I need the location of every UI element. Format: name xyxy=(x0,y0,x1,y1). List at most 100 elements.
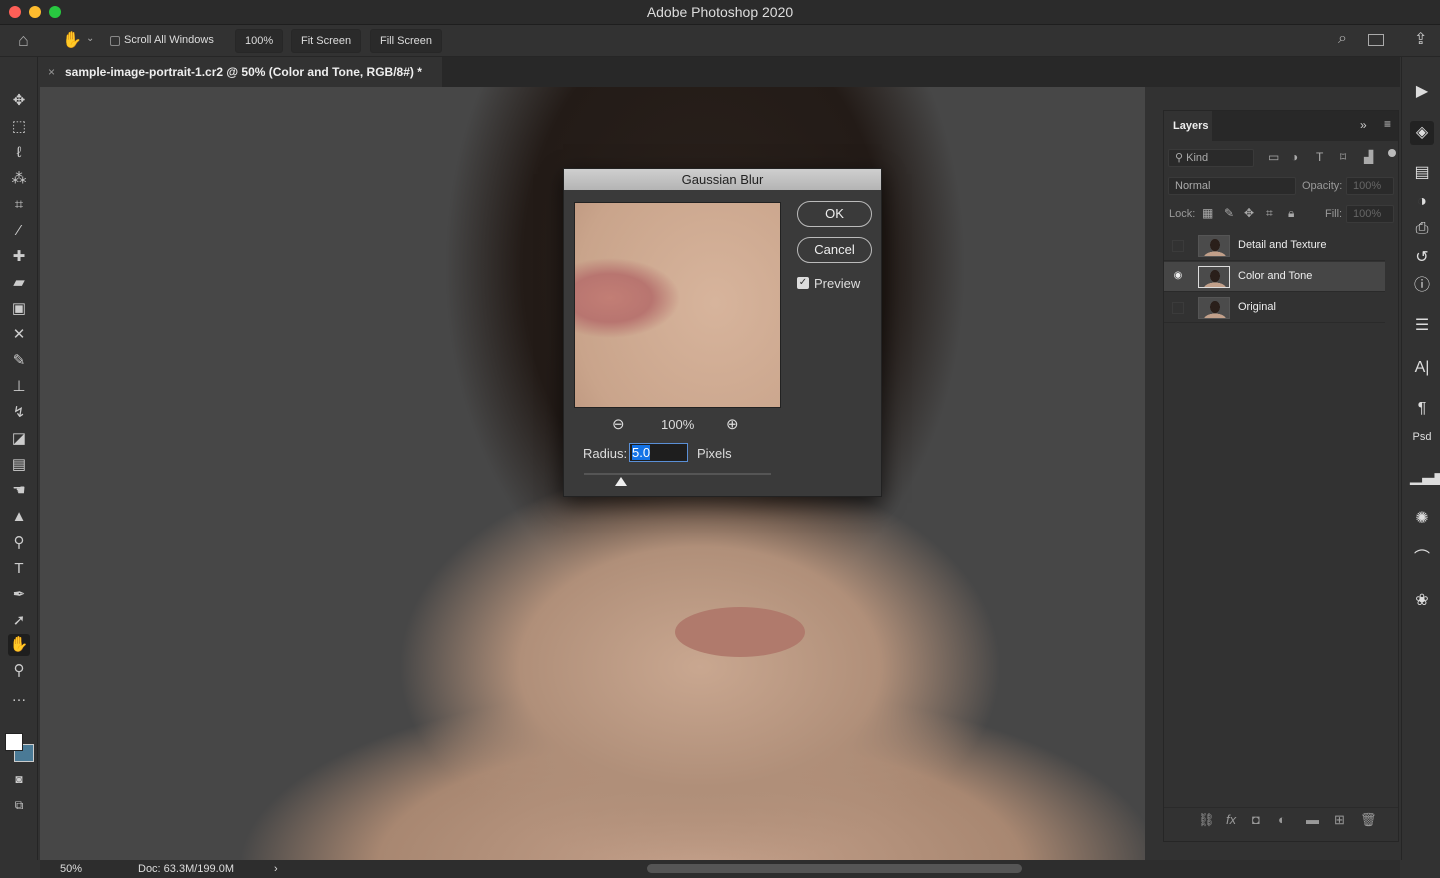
healing-brush-tool-icon[interactable]: ✚ xyxy=(8,246,30,268)
history-brush-tool-icon[interactable]: ↯ xyxy=(8,402,30,424)
layers-panel-icon[interactable]: ◈ xyxy=(1410,121,1434,145)
fill-field[interactable]: 100% xyxy=(1346,205,1394,223)
opacity-field[interactable]: 100% xyxy=(1346,177,1394,195)
lock-transparent-icon[interactable]: ▦ xyxy=(1202,206,1213,220)
marquee-tool-icon[interactable]: ⬚ xyxy=(8,116,30,138)
lock-artboard-icon[interactable]: ⌗ xyxy=(1266,206,1273,221)
move-tool-icon[interactable]: ✥ xyxy=(8,90,30,112)
zoom-level[interactable]: 50% xyxy=(60,860,82,878)
filter-toggle[interactable] xyxy=(1388,149,1396,157)
document-tab[interactable]: × sample-image-portrait-1.cr2 @ 50% (Col… xyxy=(40,57,442,87)
lock-all-icon[interactable]: 🔒︎ xyxy=(1288,206,1294,221)
zoom-100-button[interactable]: 100% xyxy=(235,29,284,53)
delete-layer-icon[interactable]: 🗑︎ xyxy=(1360,812,1377,828)
minimize-window-button[interactable] xyxy=(29,6,41,18)
smart-object-filter-icon[interactable]: ▟ xyxy=(1364,150,1373,164)
radius-slider-track[interactable] xyxy=(584,473,771,475)
adjustment-filter-icon[interactable]: ◑ xyxy=(1291,150,1298,164)
workspace-icon[interactable] xyxy=(1368,34,1384,46)
play-actions-icon[interactable]: ▶ xyxy=(1410,80,1434,104)
more-tools-icon[interactable]: … xyxy=(8,686,30,708)
link-layers-icon[interactable]: ⛓ xyxy=(1198,812,1215,828)
info-icon[interactable]: ⓘ xyxy=(1410,274,1434,298)
close-tab-icon[interactable]: × xyxy=(48,57,55,87)
new-adjustment-icon[interactable]: ◐ xyxy=(1278,812,1286,827)
lock-paint-icon[interactable]: ✎ xyxy=(1224,206,1234,220)
type-filter-icon[interactable]: T xyxy=(1316,150,1323,164)
properties-icon[interactable]: ☰ xyxy=(1410,314,1434,338)
fill-screen-button[interactable]: Fill Screen xyxy=(370,29,442,53)
pixel-filter-icon[interactable]: ▭ xyxy=(1268,150,1279,164)
home-icon[interactable]: ⌂ xyxy=(18,30,29,51)
color-icon[interactable]: ❀ xyxy=(1410,589,1434,613)
blend-mode-select[interactable]: Normal xyxy=(1168,177,1296,195)
channels-icon[interactable]: ⎙ xyxy=(1410,217,1434,241)
foreground-color-swatch[interactable] xyxy=(5,733,23,751)
layer-row[interactable]: Detail and Texture xyxy=(1164,231,1385,261)
content-aware-move-icon[interactable]: ✕ xyxy=(8,324,30,346)
eraser-tool-icon[interactable]: ◪ xyxy=(8,428,30,450)
gradient-tool-icon[interactable]: ▤ xyxy=(8,454,30,476)
scroll-all-windows-checkbox[interactable] xyxy=(110,36,120,46)
fit-screen-button[interactable]: Fit Screen xyxy=(291,29,362,53)
layer-filter-kind-select[interactable]: ⚲ Kind xyxy=(1168,149,1254,167)
share-icon[interactable]: ⇪ xyxy=(1414,29,1427,49)
quick-mask-icon[interactable]: ◙ xyxy=(8,768,30,790)
frame-tool-icon[interactable]: ▣ xyxy=(8,298,30,320)
radius-input[interactable]: 5.0 xyxy=(629,443,688,462)
fx-icon[interactable]: fx xyxy=(1226,812,1236,827)
horizontal-scrollbar[interactable] xyxy=(647,864,1022,873)
collapse-panel-icon[interactable]: » xyxy=(1360,118,1367,132)
psd-icon[interactable]: Psd xyxy=(1410,425,1434,449)
navigator-icon[interactable]: ✺ xyxy=(1410,507,1434,531)
cancel-button[interactable]: Cancel xyxy=(797,237,872,263)
visibility-toggle[interactable] xyxy=(1172,302,1184,314)
zoom-out-icon[interactable]: ⊖ xyxy=(612,415,625,433)
sharpen-tool-icon[interactable]: ▲ xyxy=(8,506,30,528)
eyedropper-tool-icon[interactable]: ⁄ xyxy=(8,220,30,242)
character-icon[interactable]: A| xyxy=(1410,356,1434,380)
histogram-icon[interactable]: ▁▃▅ xyxy=(1410,465,1440,489)
zoom-tool-icon[interactable]: ⚲ xyxy=(8,660,30,682)
zoom-window-button[interactable] xyxy=(49,6,61,18)
lasso-tool-icon[interactable]: ℓ xyxy=(8,142,30,164)
type-tool-icon[interactable]: T xyxy=(8,558,30,580)
stamp-tool-icon[interactable]: ⊥ xyxy=(8,376,30,398)
panel-menu-icon[interactable]: ≡ xyxy=(1384,117,1391,131)
search-icon[interactable]: ⌕ xyxy=(1338,30,1347,48)
close-window-button[interactable] xyxy=(9,6,21,18)
band-aid-tool-icon[interactable]: ▰ xyxy=(8,272,30,294)
ok-button[interactable]: OK xyxy=(797,201,872,227)
screen-mode-icon[interactable]: ⧉ xyxy=(8,794,30,816)
hand-tool-preset-icon[interactable]: ✋ xyxy=(62,30,82,50)
preview-checkbox[interactable]: ✓ xyxy=(797,277,809,289)
paths-icon[interactable]: ⌒ xyxy=(1410,547,1434,571)
status-menu-arrow-icon[interactable]: › xyxy=(274,860,278,878)
brush-tool-icon[interactable]: ✎ xyxy=(8,350,30,372)
layer-row[interactable]: Original xyxy=(1164,293,1385,323)
dodge-tool-icon[interactable]: ⚲ xyxy=(8,532,30,554)
paragraph-icon[interactable]: ¶ xyxy=(1410,397,1434,421)
lock-position-icon[interactable]: ✥ xyxy=(1244,206,1254,220)
shape-filter-icon[interactable]: ⌑ xyxy=(1340,150,1346,164)
new-layer-icon[interactable]: ⊞ xyxy=(1334,812,1345,828)
new-group-icon[interactable]: ▬ xyxy=(1306,812,1319,827)
magic-wand-tool-icon[interactable]: ⁂ xyxy=(8,168,30,190)
visibility-toggle[interactable] xyxy=(1172,240,1184,252)
libraries-icon[interactable]: ▤ xyxy=(1410,161,1434,185)
radius-slider-thumb[interactable] xyxy=(615,477,628,486)
add-mask-icon[interactable]: ◘ xyxy=(1252,812,1260,827)
hand-tool-icon[interactable]: ✋ xyxy=(8,634,30,656)
history-icon[interactable]: ↺ xyxy=(1410,246,1434,270)
path-selection-tool-icon[interactable]: ➚ xyxy=(8,610,30,632)
pen-tool-icon[interactable]: ✒ xyxy=(8,584,30,606)
adjustments-icon[interactable]: ◑ xyxy=(1410,190,1434,214)
zoom-in-icon[interactable]: ⊕ xyxy=(726,415,739,433)
chevron-down-icon[interactable]: ⌄ xyxy=(86,33,94,44)
smudge-tool-icon[interactable]: ☚ xyxy=(8,480,30,502)
blur-preview[interactable] xyxy=(574,202,781,408)
layer-row-selected[interactable]: ◉ Color and Tone xyxy=(1164,262,1385,292)
crop-tool-icon[interactable]: ⌗ xyxy=(8,194,30,216)
layers-tab[interactable]: Layers xyxy=(1164,111,1212,141)
eye-icon[interactable]: ◉ xyxy=(1172,271,1184,283)
